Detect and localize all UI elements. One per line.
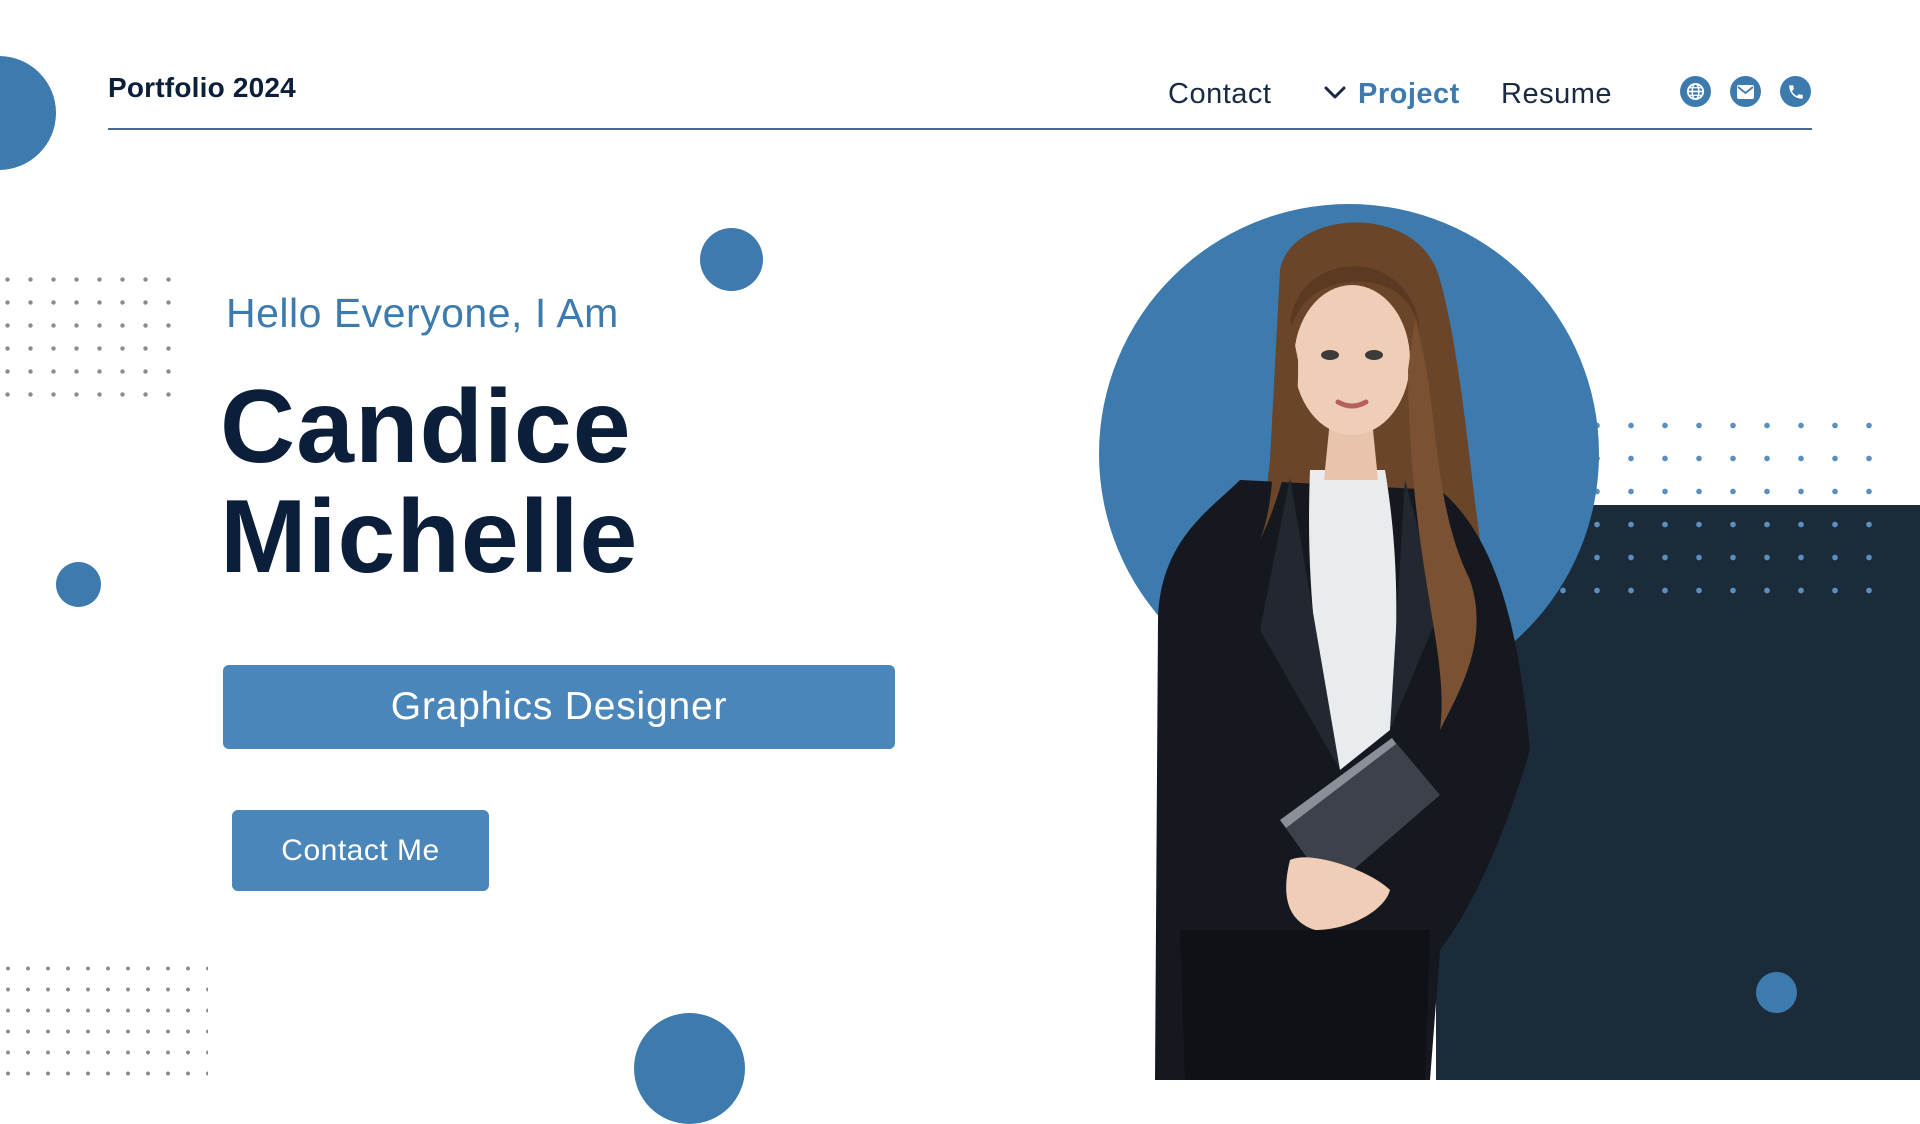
contact-me-label: Contact Me [281,833,440,867]
role-badge: Graphics Designer [223,665,895,749]
decor-circle-bottom-right [1756,972,1797,1013]
role-label: Graphics Designer [390,685,728,728]
decor-circle-small-left [56,562,101,607]
portrait-image [1155,222,1530,1080]
brand-title: Portfolio 2024 [108,72,296,103]
nav-resume[interactable]: Resume [1501,78,1612,111]
greeting-text: Hello Everyone, I Am [226,290,619,336]
person-name: Candice Michelle [220,372,638,592]
nav-contact[interactable]: Contact [1168,78,1271,111]
chevron-down-icon[interactable] [1322,80,1348,106]
name-first: Candice [220,369,632,485]
decor-circle-bottom [634,1013,745,1124]
nav-project[interactable]: Project [1358,78,1460,111]
dot-grid-top-left [0,268,180,398]
decor-circle-small-top [700,228,763,291]
dot-grid-bottom-left [0,958,208,1080]
contact-me-button[interactable]: Contact Me [232,810,489,891]
mail-icon[interactable] [1730,76,1761,107]
phone-icon[interactable] [1780,76,1811,107]
globe-icon[interactable] [1680,76,1711,107]
name-last: Michelle [220,479,639,595]
header-divider [108,128,1812,130]
decor-circle-top-left [0,56,56,170]
